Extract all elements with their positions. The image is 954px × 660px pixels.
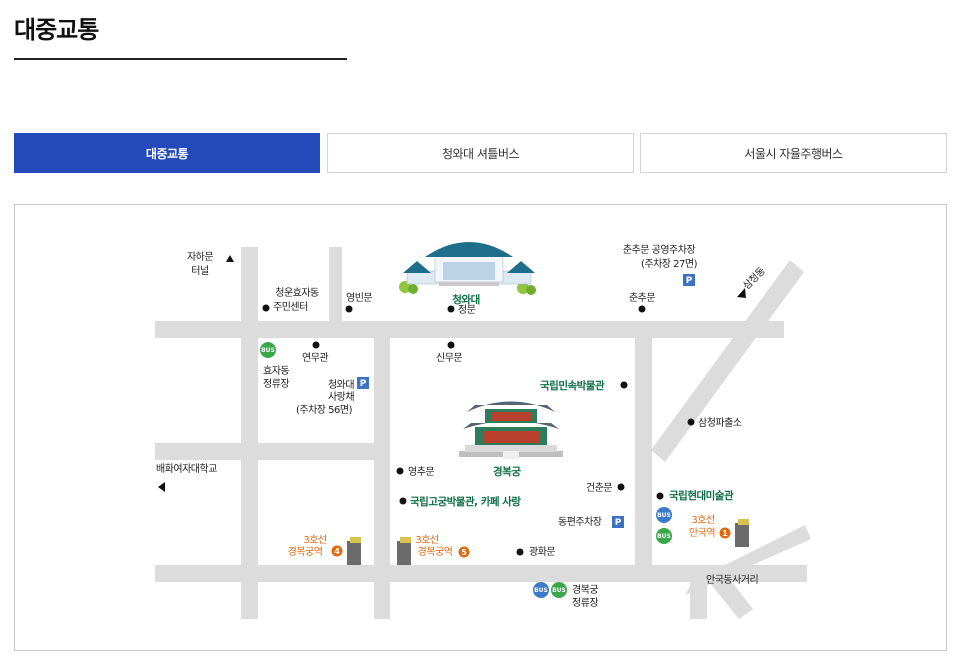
label-jaha-tunnel-2: 터널	[191, 265, 209, 277]
label-hyoja-stop-1: 효자동	[263, 365, 289, 377]
label-sarangchae-3: (주차장 56면)	[296, 404, 353, 416]
exit-number-4: 4	[334, 547, 340, 556]
label-geonchunmun: 건춘문	[586, 482, 612, 494]
bus-icon: BUS	[533, 582, 549, 598]
svg-text:BUS: BUS	[261, 347, 275, 354]
tab-public-transport[interactable]: 대중교통	[14, 133, 320, 173]
label-east-parking: 동편주차장	[558, 516, 602, 528]
svg-text:BUS: BUS	[534, 587, 548, 594]
gyeongbokgung-palace-icon	[459, 401, 563, 459]
arrow-left-icon	[158, 482, 165, 492]
label-gyeongbokgung-station-5: 경복궁역	[418, 545, 453, 558]
svg-text:BUS: BUS	[552, 587, 566, 594]
label-gyeongbokgung: 경복궁	[493, 465, 521, 478]
page-title: 대중교통	[14, 16, 99, 44]
tab-autonomous-bus[interactable]: 서울시 자율주행버스	[640, 133, 947, 173]
label-mmca: 국립현대미술관	[669, 489, 734, 502]
subway-exit-icon: 4	[331, 545, 343, 557]
label-chunchumun: 춘추문	[629, 292, 655, 304]
parking-icon: P	[612, 516, 624, 528]
map-canvas: 자하문 터널 청운효자동 주민센터 영빈문 청와대 정문 춘추문 공영주차장 (…	[155, 242, 811, 619]
label-chunchu-parking-2: (주차장 27면)	[641, 258, 698, 270]
cheongwadae-building-icon	[399, 242, 536, 295]
subway-entrance-icon	[347, 537, 361, 565]
label-jaha-tunnel-1: 자하문	[187, 250, 213, 263]
label-chunchu-parking-1: 춘추문 공영주차장	[623, 244, 696, 256]
arrow-down-left-icon	[737, 288, 746, 298]
parking-icon: P	[683, 274, 695, 286]
label-anguk-junction: 안국동사거리	[706, 574, 758, 586]
subway-exit-icon: 1	[719, 527, 731, 539]
bus-icon: BUS	[656, 528, 672, 544]
bus-icon: BUS	[551, 582, 567, 598]
svg-text:P: P	[360, 379, 367, 389]
parking-icon: P	[357, 377, 369, 389]
label-jeongmun: 정문	[458, 304, 476, 316]
label-gb-stop-1: 경복궁	[572, 583, 598, 596]
title-underline	[14, 58, 347, 60]
arrow-up-icon	[226, 255, 234, 262]
transport-tabs: 대중교통 청와대 셔틀버스 서울시 자율주행버스	[14, 133, 947, 173]
subway-entrance-icon	[397, 537, 411, 565]
svg-text:P: P	[686, 276, 693, 286]
label-palace-museum: 국립고궁박물관, 카페 사랑	[410, 495, 521, 508]
label-folk-museum: 국립민속박물관	[540, 379, 605, 392]
label-anguk-line: 3호선	[691, 514, 715, 526]
label-gyeongbokgung-line-5: 3호선	[415, 534, 439, 546]
label-gyeongbokgung-station-4: 경복궁역	[288, 545, 323, 558]
label-yeongbinmun: 영빈문	[346, 292, 372, 304]
label-gb-stop-2: 정류장	[572, 597, 598, 609]
bus-icon: BUS	[656, 507, 672, 523]
tab-shuttle-bus[interactable]: 청와대 셔틀버스	[327, 133, 634, 173]
exit-number-5: 5	[461, 548, 467, 557]
svg-text:BUS: BUS	[657, 512, 671, 519]
label-anguk-station: 안국역	[689, 527, 715, 539]
label-sarangchae-2: 사랑채	[328, 391, 354, 403]
transport-map: 자하문 터널 청운효자동 주민센터 영빈문 청와대 정문 춘추문 공영주차장 (…	[14, 204, 947, 651]
label-community-center-2: 주민센터	[273, 301, 308, 313]
label-yeongchumun: 영추문	[408, 466, 434, 478]
label-gyeongbokgung-line-4: 3호선	[303, 534, 327, 546]
bus-icon: BUS	[260, 342, 276, 358]
svg-text:BUS: BUS	[657, 533, 671, 540]
label-gwanghwamun: 광화문	[529, 546, 555, 558]
label-yeonmugwan: 연무관	[302, 352, 328, 364]
subway-exit-icon: 5	[458, 546, 470, 558]
svg-text:P: P	[615, 518, 622, 528]
label-samcheong: 삼청동	[741, 265, 768, 292]
label-community-center-1: 청운효자동	[275, 287, 319, 299]
subway-entrance-icon	[735, 519, 749, 547]
label-hyoja-stop-2: 정류장	[263, 378, 289, 390]
label-sinmumun: 신무문	[436, 352, 462, 364]
label-police-box: 삼청파출소	[698, 417, 742, 429]
label-baehwa-school: 배화여자대학교	[156, 463, 217, 475]
label-sarangchae-1: 청와대	[328, 379, 354, 391]
exit-number-1: 1	[722, 529, 728, 538]
